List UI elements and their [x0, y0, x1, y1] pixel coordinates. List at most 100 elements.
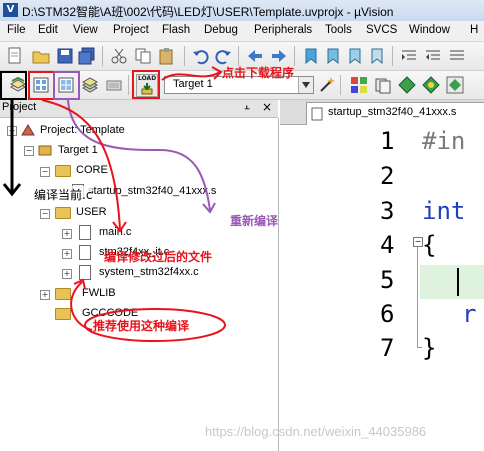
select-packs-icon[interactable]: [398, 76, 416, 94]
folder-icon: [55, 207, 71, 219]
load-button[interactable]: LOAD: [136, 74, 158, 97]
nav-back-icon[interactable]: [246, 47, 264, 65]
open-folder-icon[interactable]: [32, 47, 50, 65]
undo-icon[interactable]: [192, 47, 210, 65]
save-all-icon[interactable]: [78, 47, 96, 65]
paste-icon[interactable]: [158, 47, 176, 65]
tree-core-label[interactable]: CORE: [76, 164, 108, 176]
toolbar-separator: [392, 46, 393, 66]
annotation-rebuild: 重新编译: [230, 214, 279, 228]
new-file-icon[interactable]: [6, 47, 24, 65]
menu-flash[interactable]: Flash: [162, 24, 190, 36]
main-expand-toggle[interactable]: +: [62, 229, 72, 239]
prev-bookmark-icon[interactable]: [324, 47, 342, 65]
code-editor[interactable]: − 1 2 3 4 5 6 7 #in int { r }: [280, 125, 484, 451]
menu-window[interactable]: Window: [409, 24, 450, 36]
nav-forward-icon[interactable]: [270, 47, 288, 65]
c-file-icon: [79, 225, 91, 240]
build-icon[interactable]: [32, 76, 50, 94]
folder-icon: [55, 165, 71, 177]
tree-startup-label[interactable]: startup_stm32f40_41xxx.s: [88, 185, 216, 197]
code-line: r: [462, 300, 477, 328]
menu-tools[interactable]: Tools: [325, 24, 352, 36]
redo-icon[interactable]: [214, 47, 232, 65]
system-expand-toggle[interactable]: +: [62, 269, 72, 279]
indent-icon[interactable]: [400, 47, 418, 65]
clear-bookmarks-icon[interactable]: [368, 47, 386, 65]
project-panel-header: Project ⫠ ×: [0, 100, 278, 118]
bookmark-icon[interactable]: [302, 47, 320, 65]
line-number: 7: [380, 334, 395, 362]
project-collapse-toggle[interactable]: −: [7, 126, 17, 136]
menu-file[interactable]: File: [7, 24, 26, 36]
tree-user-label[interactable]: USER: [76, 206, 107, 218]
line-number: 4: [380, 231, 395, 259]
code-line: }: [422, 334, 437, 362]
annotation-compile-modified: 编译修改过后的文件: [104, 250, 213, 264]
menu-help[interactable]: H: [470, 24, 478, 36]
compile-icon[interactable]: [9, 76, 27, 94]
editor-tab-label: startup_stm32f40_41xxx.s: [328, 106, 457, 118]
file-tab-icon: [311, 107, 323, 121]
project-tree: − Project: Template − Target 1 − CORE st…: [0, 118, 279, 451]
options-wand-icon[interactable]: [318, 76, 336, 94]
target-collapse-toggle[interactable]: −: [24, 146, 34, 156]
it-expand-toggle[interactable]: +: [62, 249, 72, 259]
stop-build-icon[interactable]: [105, 76, 123, 94]
unindent-icon[interactable]: [424, 47, 442, 65]
window-title: D:\STM32智能\A班\002\代码\LED灯\USER\Template.…: [22, 5, 394, 19]
annotation-recommended: 推荐使用这种编译: [93, 319, 190, 333]
menu-project[interactable]: Project: [113, 24, 149, 36]
toolbar-separator: [184, 46, 185, 66]
menu-debug[interactable]: Debug: [204, 24, 238, 36]
fold-line: [417, 247, 418, 347]
line-number: 6: [380, 300, 395, 328]
menu-svcs[interactable]: SVCS: [366, 24, 397, 36]
line-number: 2: [380, 162, 395, 190]
save-icon[interactable]: [56, 47, 74, 65]
target-select-dropdown[interactable]: [298, 77, 313, 93]
tree-fwlib-label[interactable]: FWLIB: [82, 287, 116, 299]
target-select-value: Target 1: [173, 78, 213, 90]
target-icon: [38, 145, 52, 156]
core-collapse-toggle[interactable]: −: [40, 167, 50, 177]
project-panel-title: Project: [2, 101, 37, 113]
line-number: 3: [380, 197, 395, 225]
fwlib-expand-toggle[interactable]: +: [40, 290, 50, 300]
folder-icon: [55, 288, 71, 300]
load-label: LOAD: [138, 75, 157, 82]
user-collapse-toggle[interactable]: −: [40, 209, 50, 219]
menu-edit[interactable]: Edit: [38, 24, 58, 36]
code-line: #in: [422, 127, 466, 155]
menu-bar: File Edit View Project Flash Debug Perip…: [0, 21, 484, 42]
toolbar-separator: [294, 46, 295, 66]
tree-target-label[interactable]: Target 1: [58, 144, 98, 156]
manage-components-icon[interactable]: [350, 76, 368, 94]
file-extensions-icon[interactable]: [374, 76, 392, 94]
app-icon: V: [3, 3, 18, 17]
run-time-env-icon[interactable]: [446, 76, 464, 94]
copy-icon[interactable]: [134, 47, 152, 65]
menu-view[interactable]: View: [73, 24, 98, 36]
comment-icon[interactable]: [448, 47, 466, 65]
batch-build-icon[interactable]: [81, 76, 99, 94]
cut-icon[interactable]: [110, 47, 128, 65]
pack-installer-icon[interactable]: [422, 76, 440, 94]
tree-system-label[interactable]: system_stm32f4xx.c: [99, 266, 199, 278]
pin-icon[interactable]: ⫠: [244, 101, 250, 112]
line-number: 5: [380, 266, 395, 294]
menu-peripherals[interactable]: Peripherals: [254, 24, 312, 36]
line-number: 1: [380, 127, 395, 155]
tree-project-label[interactable]: Project: Template: [40, 124, 125, 136]
watermark: https://blog.csdn.net/weixin_44035986: [205, 424, 427, 439]
c-file-icon: [79, 245, 91, 260]
c-file-icon: [79, 265, 91, 280]
tree-main-label[interactable]: main.c: [99, 226, 131, 238]
close-icon[interactable]: ×: [262, 100, 272, 114]
title-bar: V D:\STM32智能\A班\002\代码\LED灯\USER\Templat…: [0, 0, 484, 22]
chevron-down-icon: [302, 82, 310, 88]
next-bookmark-icon[interactable]: [346, 47, 364, 65]
current-line-highlight: [420, 265, 484, 299]
rebuild-icon[interactable]: [57, 76, 75, 94]
download-arrow-icon: [141, 83, 153, 95]
